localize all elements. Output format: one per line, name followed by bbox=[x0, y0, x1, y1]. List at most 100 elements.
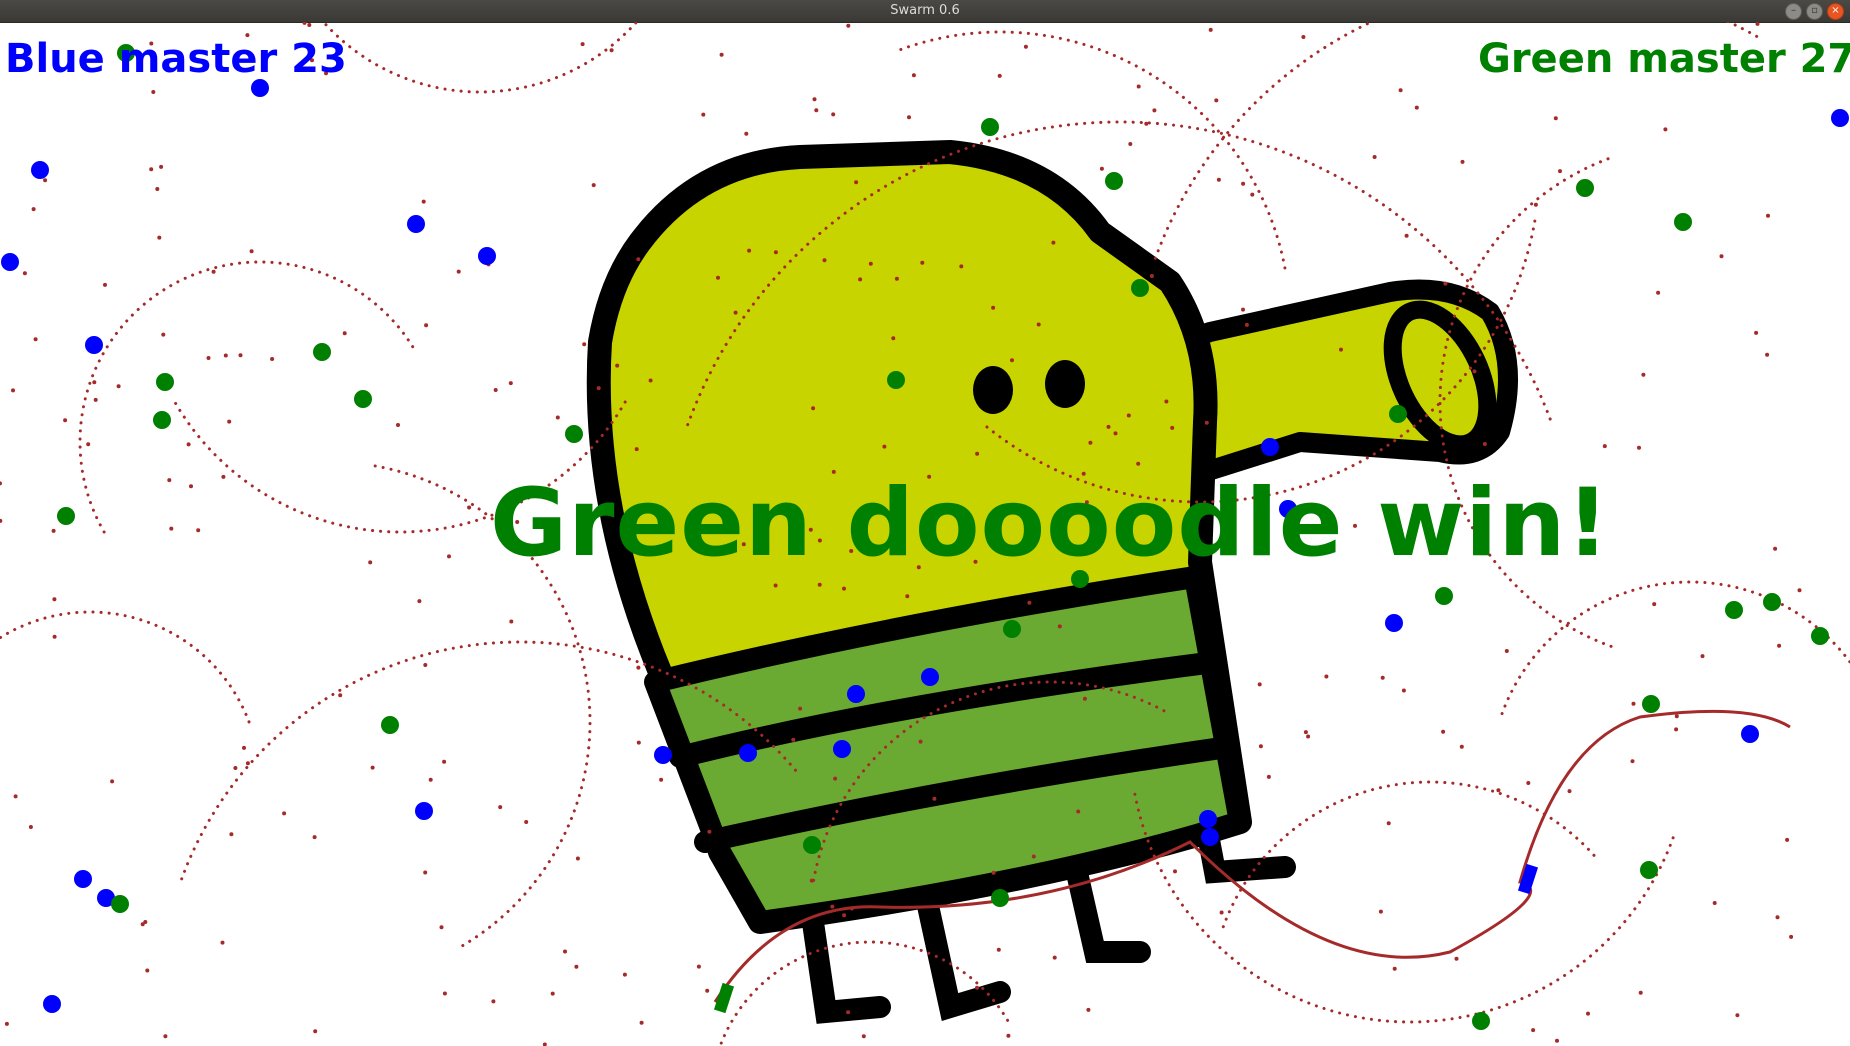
trail-dot bbox=[1482, 442, 1487, 446]
trail-dot bbox=[996, 947, 1001, 952]
trail-dot bbox=[1586, 1011, 1590, 1016]
trail-dot bbox=[1339, 347, 1343, 352]
trail-dot bbox=[447, 554, 451, 559]
minimize-icon[interactable]: – bbox=[1785, 3, 1802, 20]
trail-dot bbox=[149, 167, 154, 172]
trail-dot bbox=[1392, 966, 1397, 971]
trail-dot bbox=[812, 97, 817, 102]
green-unit bbox=[1472, 1012, 1490, 1030]
trail-dot bbox=[1052, 955, 1057, 960]
trail-dot bbox=[396, 423, 400, 427]
trail-dot bbox=[1441, 729, 1446, 734]
trail-dot bbox=[918, 739, 923, 744]
trail-dot bbox=[1372, 155, 1377, 159]
trail-dot bbox=[110, 779, 115, 784]
trail-dot bbox=[1214, 98, 1219, 103]
trail-dot bbox=[151, 90, 156, 94]
blue-unit bbox=[1831, 109, 1849, 127]
trail-dot bbox=[1735, 1013, 1740, 1018]
game-canvas[interactable]: Blue master 23 Green master 27 Green doo… bbox=[0, 22, 1850, 1046]
blue-unit bbox=[478, 247, 496, 265]
trail-dot bbox=[1700, 654, 1705, 659]
trail-dot bbox=[524, 820, 529, 824]
trail-dot bbox=[1398, 88, 1403, 93]
trail-dot bbox=[270, 357, 275, 361]
trail-dot bbox=[1051, 240, 1056, 245]
trail-dot bbox=[905, 594, 910, 599]
trail-dot bbox=[1773, 546, 1778, 551]
trail-dot bbox=[701, 112, 706, 117]
trail-dot bbox=[1496, 788, 1501, 793]
trail-dot bbox=[1754, 330, 1759, 335]
blue-unit bbox=[74, 870, 92, 888]
trail-dot bbox=[773, 250, 778, 255]
trail-dot bbox=[1027, 600, 1032, 605]
trail-dot bbox=[891, 336, 896, 341]
trail-dot bbox=[421, 199, 426, 204]
trail-dot bbox=[817, 582, 822, 587]
trail-dot bbox=[609, 48, 614, 53]
trail-dot bbox=[997, 73, 1002, 78]
trail-dot bbox=[932, 796, 937, 801]
trail-dot bbox=[1306, 734, 1311, 739]
maximize-icon[interactable]: ▫ bbox=[1806, 3, 1823, 20]
blue-unit bbox=[847, 685, 865, 703]
trail-path bbox=[1221, 780, 1601, 929]
trail-dot bbox=[1378, 909, 1383, 914]
trail-dot bbox=[442, 991, 447, 996]
green-unit bbox=[565, 425, 583, 443]
green-unit bbox=[111, 895, 129, 913]
trail-dot bbox=[233, 766, 238, 770]
green-unit bbox=[381, 716, 399, 734]
window-title: Swarm 0.6 bbox=[890, 3, 960, 18]
trail-dot bbox=[1128, 142, 1133, 146]
blue-unit bbox=[1, 253, 19, 271]
trail-dot bbox=[591, 183, 596, 188]
blue-unit bbox=[1199, 810, 1217, 828]
trail-dot bbox=[798, 706, 803, 711]
trail-dot bbox=[238, 353, 243, 358]
trail-dot bbox=[1076, 809, 1081, 814]
trail-dot bbox=[1144, 121, 1149, 126]
win-message: Green doooodle win! bbox=[490, 469, 1611, 578]
trail-dot bbox=[1652, 602, 1657, 607]
blue-unit bbox=[31, 161, 49, 179]
trail-dot bbox=[1674, 714, 1679, 719]
blue-unit bbox=[415, 802, 433, 820]
trail-dot bbox=[342, 331, 347, 336]
green-unit bbox=[887, 371, 905, 389]
trail-dot bbox=[868, 261, 873, 266]
trail-dot bbox=[574, 964, 579, 969]
trail-dot bbox=[370, 765, 375, 770]
green-unit bbox=[313, 343, 331, 361]
trail-dot bbox=[882, 444, 887, 449]
trail-dot bbox=[1712, 901, 1717, 905]
trail-dot bbox=[582, 342, 587, 347]
doodle-jump-character bbox=[586, 140, 1518, 1024]
trail-dot bbox=[1674, 727, 1679, 732]
trail-dot bbox=[1303, 730, 1308, 735]
trail-dot bbox=[622, 972, 627, 977]
trail-dot bbox=[1099, 166, 1104, 171]
blue-unit bbox=[921, 668, 939, 686]
blue-unit bbox=[1201, 828, 1219, 846]
green-unit bbox=[1435, 587, 1453, 605]
trail-dot bbox=[92, 380, 97, 385]
green-unit bbox=[1642, 695, 1660, 713]
trail-dot bbox=[1533, 202, 1538, 207]
green-unit bbox=[1003, 620, 1021, 638]
green-unit bbox=[1576, 179, 1594, 197]
trail-dot bbox=[831, 112, 836, 117]
trail-dot bbox=[830, 904, 835, 909]
window-controls: – ▫ × bbox=[1785, 3, 1844, 20]
trail-dot bbox=[1244, 322, 1249, 327]
trail-dot bbox=[33, 337, 38, 342]
blue-unit bbox=[654, 746, 672, 764]
trail-dot bbox=[1216, 177, 1221, 182]
trail-dot bbox=[4, 1021, 9, 1026]
trail-dot bbox=[822, 258, 827, 263]
close-icon[interactable]: × bbox=[1827, 3, 1844, 20]
trail-dot bbox=[86, 442, 91, 447]
trail-dot bbox=[1113, 431, 1118, 436]
blue-unit bbox=[1741, 725, 1759, 743]
